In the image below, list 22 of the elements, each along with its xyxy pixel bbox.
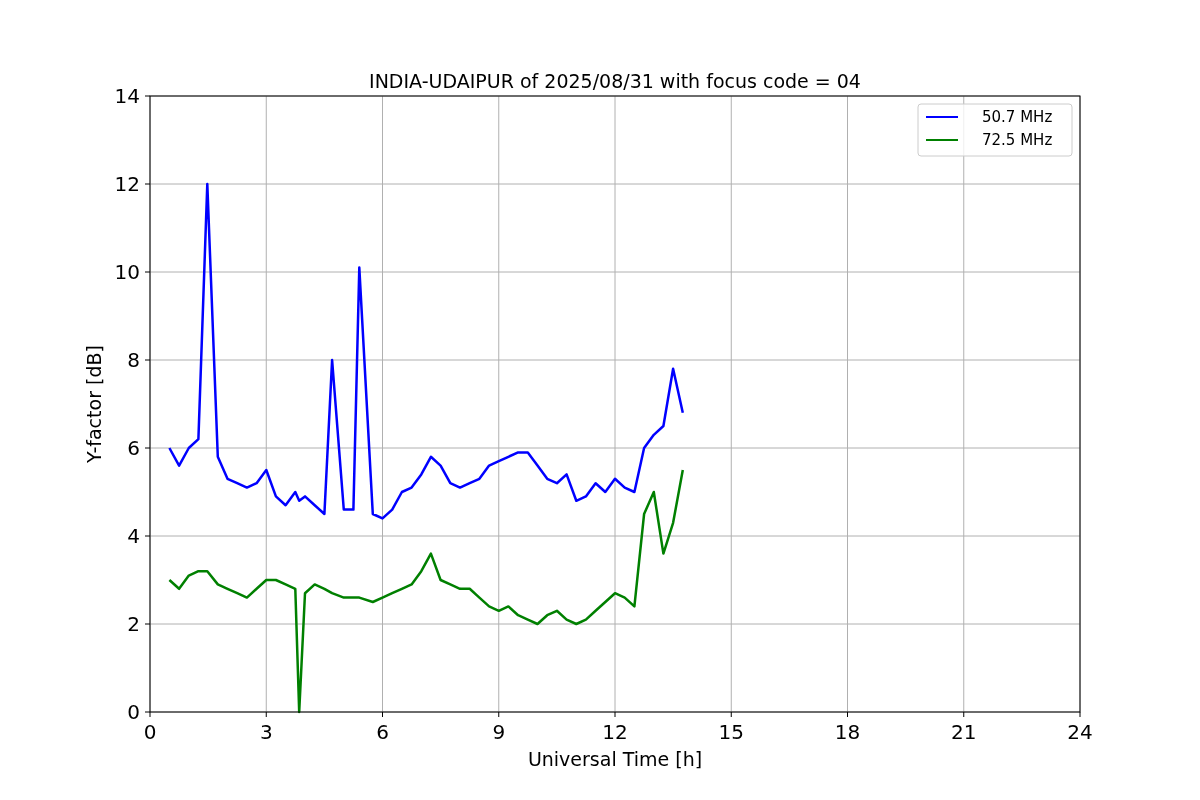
tick-label: 6 (376, 720, 389, 744)
tick-label: 9 (492, 720, 506, 744)
tick-label: 6 (127, 436, 140, 460)
tick-label: 8 (127, 348, 140, 372)
tick-label: 12 (602, 720, 628, 744)
tick-label: 0 (143, 720, 157, 744)
tick-label: 0 (127, 700, 140, 724)
tick-label: 15 (718, 720, 744, 744)
chart-title: INDIA-UDAIPUR of 2025/08/31 with focus code = 04 (369, 70, 861, 92)
tick-label: 21 (951, 720, 977, 744)
tick-label: 2 (127, 612, 140, 636)
tick-label: 12 (114, 172, 140, 196)
tick-label: 14 (114, 84, 140, 108)
legend-label: 72.5 MHz (982, 131, 1053, 149)
tick-label: 18 (834, 720, 861, 744)
y-axis-label: Y-factor [dB] (83, 345, 105, 463)
tick-label: 4 (127, 524, 140, 548)
legend-label: 50.7 MHz (982, 108, 1053, 126)
tick-label: 3 (259, 720, 273, 744)
tick-label: 10 (114, 260, 140, 284)
x-axis-label: Universal Time [h] (527, 748, 703, 770)
tick-label: 24 (1067, 720, 1093, 744)
